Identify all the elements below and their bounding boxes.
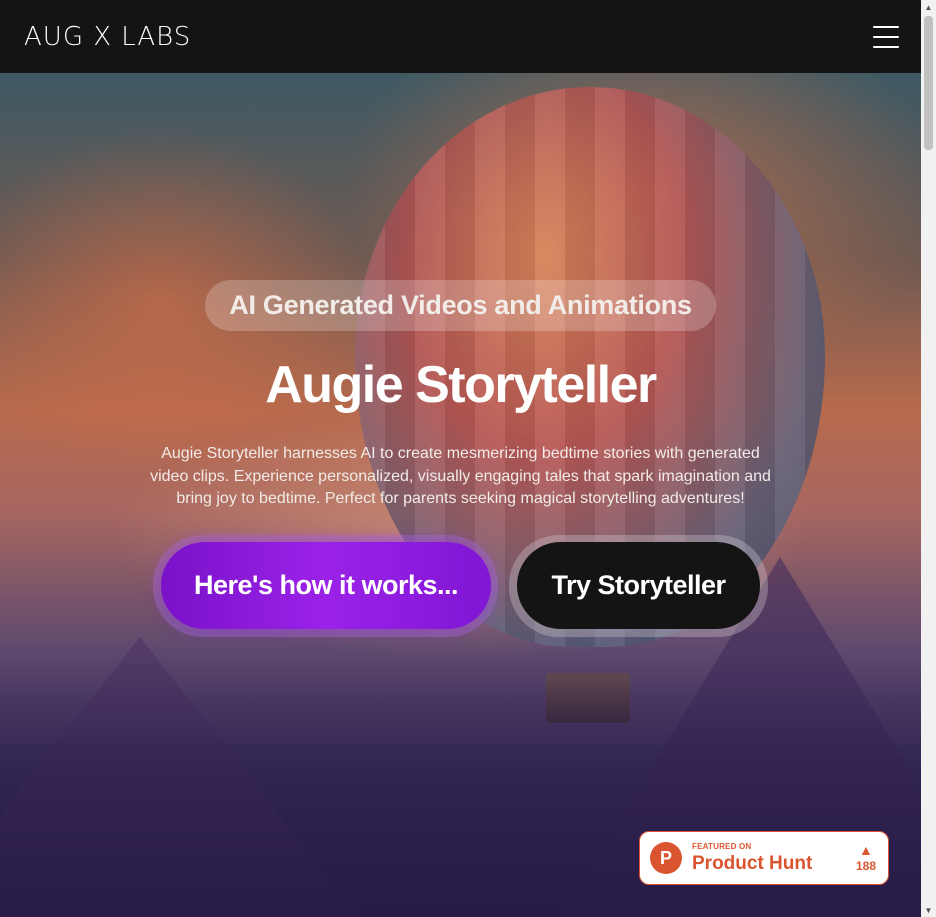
- hero-section: AI Generated Videos and Animations Augie…: [0, 73, 921, 917]
- product-hunt-text: FEATURED ON Product Hunt: [692, 842, 813, 874]
- site-header: AUG X LABS: [0, 0, 921, 73]
- upvote-arrow-icon: ▲: [859, 842, 873, 858]
- scroll-up-arrow-icon[interactable]: ▲: [921, 0, 936, 14]
- scrollbar-thumb[interactable]: [924, 16, 933, 150]
- scroll-down-arrow-icon[interactable]: ▼: [921, 903, 936, 917]
- vote-count: 188: [855, 859, 876, 873]
- site-logo[interactable]: AUG X LABS: [24, 22, 191, 52]
- product-hunt-badge[interactable]: P FEATURED ON Product Hunt ▲ 188: [639, 831, 889, 885]
- hero-description: Augie Storyteller harnesses AI to create…: [150, 445, 771, 507]
- product-hunt-logo-icon: P: [650, 842, 682, 874]
- hamburger-menu-icon[interactable]: [873, 25, 899, 48]
- page-title: Augie Storyteller: [265, 356, 657, 414]
- vertical-scrollbar[interactable]: ▲ ▼: [921, 0, 936, 917]
- hero-tagline: AI Generated Videos and Animations: [205, 280, 716, 331]
- try-storyteller-button[interactable]: Try Storyteller: [517, 542, 760, 629]
- product-hunt-votes: ▲ 188: [856, 843, 876, 873]
- product-hunt-name: Product Hunt: [692, 853, 813, 874]
- product-hunt-featured-label: FEATURED ON: [692, 842, 752, 851]
- how-it-works-button[interactable]: Here's how it works...: [161, 542, 491, 629]
- hero-content: AI Generated Videos and Animations Augie…: [0, 73, 921, 917]
